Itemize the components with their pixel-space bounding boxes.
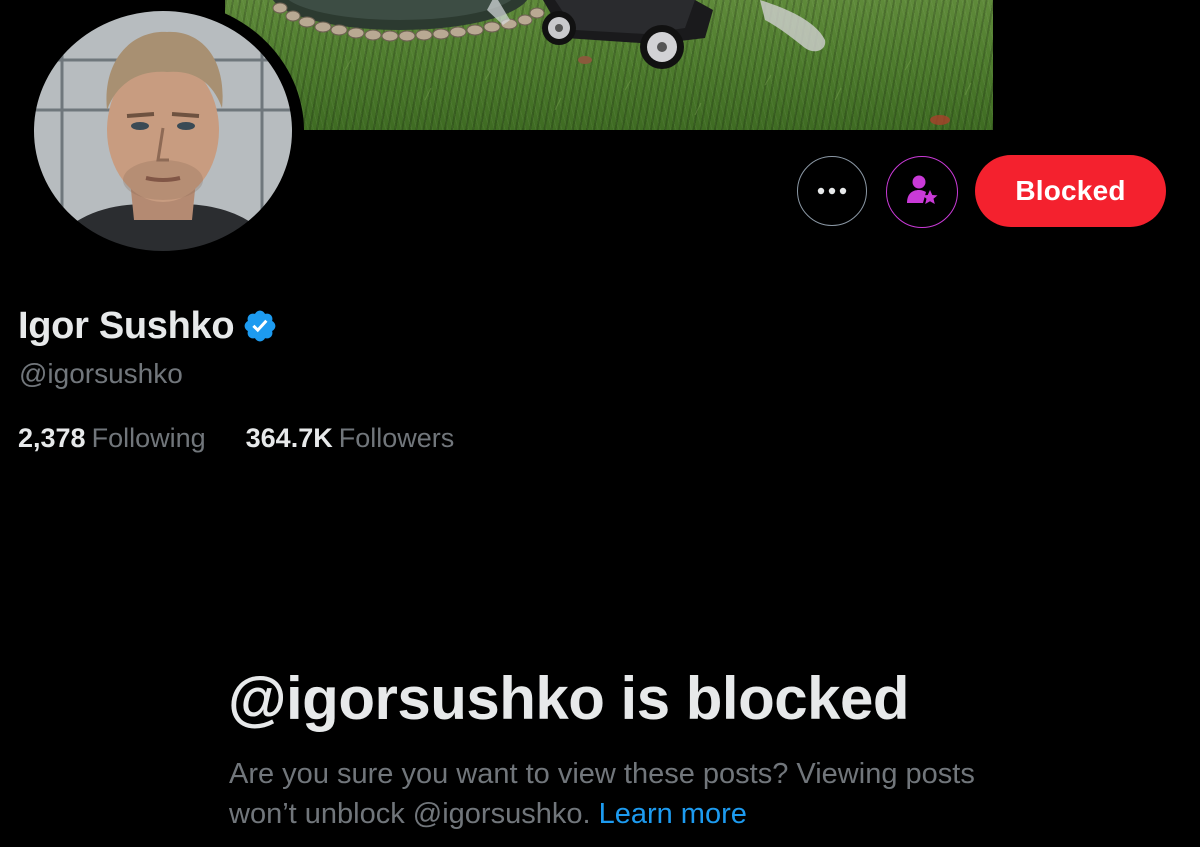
profile-page: Blocked Igor Sushko @igorsushko 2,378 Fol… xyxy=(0,0,1200,847)
more-options-button[interactable] xyxy=(797,156,867,226)
following-label: Following xyxy=(91,423,206,453)
followers-label: Followers xyxy=(338,423,455,453)
followers-stat[interactable]: 364.7K Followers xyxy=(246,423,455,454)
avatar[interactable] xyxy=(22,0,304,262)
profile-banner[interactable] xyxy=(225,0,993,130)
person-star-icon xyxy=(905,173,939,212)
more-horizontal-icon xyxy=(817,182,847,200)
verified-badge-icon[interactable] xyxy=(242,308,278,344)
subscribe-button[interactable] xyxy=(886,156,958,228)
profile-name-row: Igor Sushko xyxy=(18,303,278,349)
followers-count: 364.7K xyxy=(245,423,333,453)
profile-handle: @igorsushko xyxy=(19,358,183,389)
learn-more-link[interactable]: Learn more xyxy=(599,798,747,830)
following-stat[interactable]: 2,378 Following xyxy=(18,423,206,454)
avatar-image xyxy=(26,3,300,259)
car-shape xyxy=(542,0,713,69)
banner-image xyxy=(244,0,972,125)
display-name: Igor Sushko xyxy=(18,304,235,347)
profile-stats: 2,378 Following 364.7K Followers xyxy=(18,423,454,454)
blocked-button-label: Blocked xyxy=(1015,175,1126,206)
following-count: 2,378 xyxy=(18,423,86,453)
blocked-button[interactable]: Blocked xyxy=(975,155,1166,227)
blocked-notice-title: @igorsushko is blocked xyxy=(228,665,910,732)
blocked-notice-description: Are you sure you want to view these post… xyxy=(229,754,989,834)
